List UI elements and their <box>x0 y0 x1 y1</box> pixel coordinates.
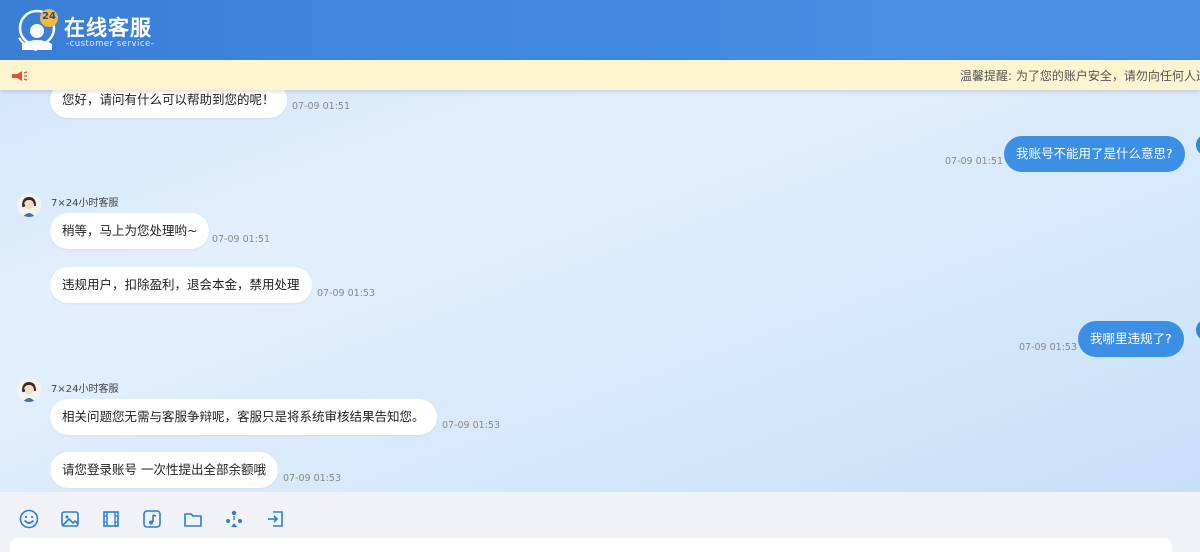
message-time: 07-09 01:51 <box>945 156 1004 167</box>
transfer-agent-icon[interactable] <box>223 508 245 530</box>
logo-badge: 24 <box>42 11 56 22</box>
megaphone-icon <box>10 68 28 82</box>
message-time: 07-09 01:53 <box>317 288 376 299</box>
message-bubble-agent: 请您登录账号 一次性提出全部余额哦 <box>50 452 278 488</box>
chat-message-list[interactable]: 您好，请问有什么可以帮助到您的呢！ 07-09 01:51 07-09 01:5… <box>0 90 1200 492</box>
image-icon[interactable] <box>59 508 81 530</box>
message-bubble-agent: 相关问题您无需与客服争辩呢，客服只是将系统审核结果告知您。 <box>50 399 437 435</box>
folder-icon[interactable] <box>182 508 204 530</box>
agent-name: 7×24小时客服 <box>51 198 119 209</box>
message-input[interactable] <box>10 538 1172 552</box>
message-time: 07-09 01:51 <box>212 234 271 245</box>
message-bubble-agent: 稍等，马上为您处理哟~ <box>50 213 210 249</box>
app-subtitle: -customer service- <box>66 39 155 49</box>
user-avatar <box>1196 134 1200 156</box>
exit-icon[interactable] <box>264 508 286 530</box>
message-time: 07-09 01:53 <box>283 473 342 484</box>
message-time: 07-09 01:51 <box>292 101 351 112</box>
message-bubble-agent: 您好，请问有什么可以帮助到您的呢！ <box>50 90 287 118</box>
message-bubble-agent: 违规用户，扣除盈利，退会本金，禁用处理 <box>50 267 312 303</box>
emoji-icon[interactable] <box>18 508 40 530</box>
app-title: 在线客服 <box>64 16 152 40</box>
video-icon[interactable] <box>100 508 122 530</box>
input-toolbar <box>0 492 1200 552</box>
agent-name: 7×24小时客服 <box>51 384 119 395</box>
notice-bar: 温馨提醒: 为了您的账户安全，请勿向任何人透露 <box>0 60 1200 90</box>
music-icon[interactable] <box>141 508 163 530</box>
customer-service-logo-icon: 24 <box>16 8 58 52</box>
agent-avatar <box>17 193 41 217</box>
message-bubble-user: 我哪里违规了? <box>1078 321 1184 357</box>
message-time: 07-09 01:53 <box>1019 342 1078 353</box>
notice-text: 温馨提醒: 为了您的账户安全，请勿向任何人透露 <box>960 69 1200 83</box>
app-header: 24 在线客服 -customer service- <box>0 0 1200 60</box>
agent-avatar <box>17 378 41 402</box>
user-avatar <box>1196 319 1200 341</box>
message-time: 07-09 01:53 <box>442 420 501 431</box>
message-bubble-user: 我账号不能用了是什么意思? <box>1004 136 1185 172</box>
